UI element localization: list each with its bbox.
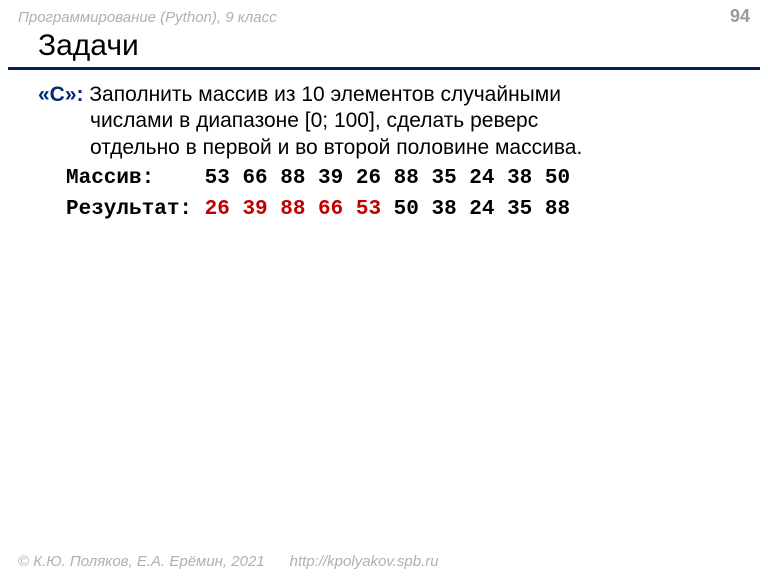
example-result-row: Результат: 26 39 88 66 53 50 38 24 35 88 [38, 196, 738, 223]
footer-url: http://kpolyakov.spb.ru [290, 553, 439, 570]
input-values: 53 66 88 39 26 88 35 24 38 50 [192, 167, 570, 190]
page-number: 94 [730, 6, 750, 27]
header-bar: Программирование (Python), 9 класс 94 [0, 0, 768, 27]
result-second-half: 50 38 24 35 88 [381, 198, 570, 221]
page-title: Задачи [8, 27, 760, 70]
task-text-line3: отдельно в первой и во второй половине м… [38, 135, 738, 161]
example-input-row: Массив: 53 66 88 39 26 88 35 24 38 50 [38, 165, 738, 192]
result-first-half: 26 39 88 66 53 [192, 198, 381, 221]
course-title: Программирование (Python), 9 класс [18, 9, 277, 26]
result-label: Результат: [66, 198, 192, 221]
content-area: «C»: Заполнить массив из 10 элементов сл… [0, 82, 768, 223]
task-label: «C»: [38, 83, 84, 106]
task-block: «C»: Заполнить массив из 10 элементов сл… [38, 82, 738, 161]
footer-copyright: © К.Ю. Поляков, Е.А. Ерёмин, 2021 [18, 553, 265, 570]
task-text-line2: числами в диапазоне [0; 100], сделать ре… [38, 108, 738, 134]
footer: © К.Ю. Поляков, Е.А. Ерёмин, 2021 http:/… [18, 553, 750, 570]
input-label: Массив: [66, 167, 192, 190]
task-text-line1: Заполнить массив из 10 элементов случайн… [84, 83, 561, 106]
